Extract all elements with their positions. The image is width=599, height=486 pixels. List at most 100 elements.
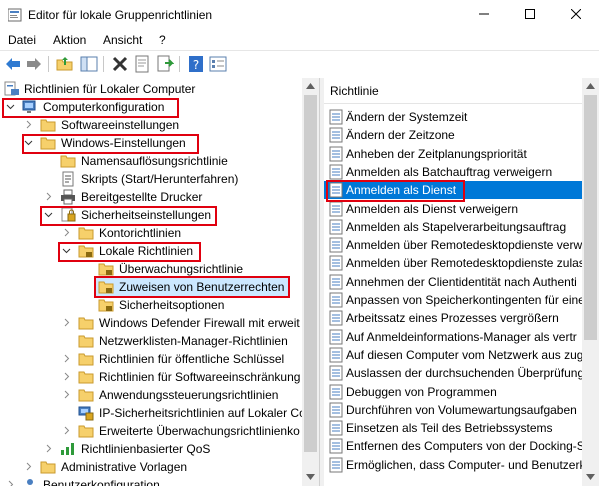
policy-list-item[interactable]: Anmelden als Batchauftrag verweigern	[324, 163, 582, 181]
chevron-right-icon[interactable]	[62, 318, 71, 327]
chevron-right-icon[interactable]	[6, 480, 15, 486]
tree-item-label: Administrative Vorlagen	[61, 460, 188, 474]
policy-list-item[interactable]: Auf diesen Computer vom Netzwerk aus zug	[324, 346, 583, 364]
policy-list-item[interactable]: Arbeitssatz eines Prozesses vergrößern	[324, 309, 582, 327]
menu-help[interactable]: ?	[159, 33, 166, 47]
tree-item-oeffentliche-schluessel[interactable]: Richtlinien für öffentliche Schlüssel	[0, 350, 302, 368]
show-hide-tree-icon[interactable]	[80, 55, 98, 73]
policy-list-item[interactable]: Anmelden über Remotedesktopdienste zulas	[324, 254, 585, 272]
maximize-button[interactable]	[507, 0, 553, 30]
up-folder-icon[interactable]	[56, 55, 74, 73]
tree-item-label: Sicherheitsoptionen	[119, 298, 225, 312]
folder-icon	[78, 371, 94, 384]
policy-list-item[interactable]: Debuggen von Programmen	[324, 383, 582, 401]
policy-setting-icon	[329, 146, 343, 162]
tree-item-netzwerklisten[interactable]: Netzwerklisten-Manager-Richtlinien	[0, 332, 302, 350]
policy-list-item[interactable]: Anmelden als Stapelverarbeitungsauftrag	[324, 218, 582, 236]
tree-item-skripts[interactable]: Skripts (Start/Herunterfahren)	[0, 170, 302, 188]
tree-item-namensaufloesung[interactable]: Namensauflösungsrichtlinie	[0, 152, 302, 170]
chevron-down-icon[interactable]	[24, 138, 33, 147]
tree-item-softwareeinschraenkung[interactable]: Richtlinien für Softwareeinschränkung	[0, 368, 302, 386]
policy-setting-icon	[329, 292, 343, 308]
properties-icon[interactable]	[133, 55, 151, 73]
menu-aktion[interactable]: Aktion	[53, 33, 86, 47]
chevron-right-icon[interactable]	[62, 354, 71, 363]
chevron-right-icon[interactable]	[62, 426, 71, 435]
chevron-down-icon[interactable]	[6, 102, 15, 111]
minimize-button[interactable]	[461, 0, 507, 30]
tree-item-ip-sicherheit[interactable]: IP-Sicherheitsrichtlinien auf Lokaler Co	[0, 404, 306, 422]
chevron-right-icon[interactable]	[24, 462, 33, 471]
tree-item-label: Namensauflösungsrichtlinie	[81, 154, 228, 168]
user-icon	[27, 479, 33, 485]
chevron-right-icon[interactable]	[62, 228, 71, 237]
policy-list-item[interactable]: Einsetzen als Teil des Betriebssystems	[324, 419, 582, 437]
tree-item-drucker[interactable]: Bereitgestellte Drucker	[0, 188, 302, 206]
scroll-down-arrow-icon[interactable]	[306, 474, 315, 480]
navigation-tree-pane[interactable]: Richtlinien für Lokaler Computer Compute…	[0, 78, 320, 486]
tree-item-qos[interactable]: Richtlinienbasierter QoS	[0, 440, 302, 458]
menu-datei[interactable]: Datei	[8, 33, 36, 47]
back-arrow-icon[interactable]	[4, 55, 22, 73]
chevron-right-icon[interactable]	[44, 444, 53, 453]
forward-arrow-icon[interactable]	[25, 55, 43, 73]
policy-list-item[interactable]: Anmelden als Dienst verweigern	[324, 200, 582, 218]
policy-list-item[interactable]: Ändern der Systemzeit	[324, 108, 582, 126]
tree-item-root[interactable]: Richtlinien für Lokaler Computer	[0, 80, 302, 98]
tree-item-anwendungssteuerung[interactable]: Anwendungssteuerungsrichtlinien	[0, 386, 302, 404]
tree-vertical-scrollbar[interactable]	[302, 78, 319, 486]
policy-list-item[interactable]: Durchführen von Volumewartungsaufgaben	[324, 401, 582, 419]
view-filter-icon[interactable]	[209, 55, 227, 73]
chevron-right-icon[interactable]	[62, 390, 71, 399]
chevron-right-icon[interactable]	[24, 120, 33, 129]
tree-item-ueberwachungsrichtlinie[interactable]: Überwachungsrichtlinie	[0, 260, 302, 278]
scroll-down-arrow-icon[interactable]	[586, 474, 595, 480]
export-list-icon[interactable]	[156, 55, 174, 73]
policy-list-item[interactable]: Anmelden über Remotedesktopdienste verw	[324, 236, 582, 254]
tree-item-administrative-vorlagen[interactable]: Administrative Vorlagen	[0, 458, 302, 476]
policy-list-item[interactable]: Entfernen des Computers von der Docking-…	[324, 437, 585, 455]
tree-item-kontorichtlinien[interactable]: Kontorichtlinien	[0, 224, 302, 242]
chevron-down-icon[interactable]	[62, 246, 71, 255]
policy-list-item[interactable]: Annehmen der Clientidentität nach Authen…	[324, 273, 582, 291]
tree-item-firewall[interactable]: Windows Defender Firewall mit erweit	[0, 314, 302, 332]
ip-security-icon	[78, 406, 94, 421]
tree-item-lokale-richtlinien[interactable]: Lokale Richtlinien	[0, 242, 302, 260]
close-button[interactable]	[553, 0, 599, 30]
tree-item-softwareeinstellungen[interactable]: Softwareeinstellungen	[0, 116, 302, 134]
scroll-up-arrow-icon[interactable]	[306, 83, 315, 89]
policy-list-item[interactable]: Anpassen von Speicherkontingenten für ei…	[324, 291, 585, 309]
tree-item-erweiterte-ueberwachung[interactable]: Erweiterte Überwachungsrichtlinienko	[0, 422, 302, 440]
policy-list-pane[interactable]: Richtlinie Ändern der Systemzeit Ändern d…	[324, 78, 599, 486]
policy-setting-icon	[329, 255, 343, 271]
tree-item-windows-einstellungen[interactable]: Windows-Einstellungen	[0, 134, 302, 152]
chevron-down-icon[interactable]	[44, 210, 53, 219]
policy-setting-icon	[329, 347, 343, 363]
computer-policy-icon	[4, 81, 19, 96]
menu-ansicht[interactable]: Ansicht	[103, 33, 142, 47]
tree-item-sicherheitseinstellungen[interactable]: Sicherheitseinstellungen	[0, 206, 302, 224]
column-header-richtlinie[interactable]: Richtlinie	[324, 78, 582, 104]
chevron-right-icon[interactable]	[62, 372, 71, 381]
svg-text:?: ?	[193, 58, 199, 72]
policy-list-item[interactable]: Anheben der Zeitplanungspriorität	[324, 145, 582, 163]
policy-list-item[interactable]: Ändern der Zeitzone	[324, 126, 582, 144]
tree-item-computerkonfiguration[interactable]: Computerkonfiguration	[0, 98, 302, 116]
list-vertical-scrollbar[interactable]	[582, 78, 599, 486]
policy-list-item[interactable]: Auf Anmeldeinformations-Manager als vert…	[324, 328, 582, 346]
policy-list-item[interactable]: Auslassen der durchsuchenden Überprüfung	[324, 364, 584, 382]
scroll-up-arrow-icon[interactable]	[586, 83, 595, 89]
list-scroll-thumb[interactable]	[584, 95, 597, 340]
tree-item-benutzerkonfiguration[interactable]: Benutzerkonfiguration	[0, 476, 302, 486]
minimize-icon	[479, 13, 489, 15]
policy-setting-icon	[329, 310, 343, 326]
chevron-right-icon[interactable]	[44, 192, 53, 201]
policy-list-item-label: Anheben der Zeitplanungspriorität	[346, 146, 527, 161]
tree-scroll-thumb[interactable]	[304, 95, 317, 452]
help-icon[interactable]: ?	[187, 55, 205, 73]
delete-icon[interactable]	[111, 55, 129, 73]
tree-item-sicherheitsoptionen[interactable]: Sicherheitsoptionen	[0, 296, 302, 314]
policy-list-item[interactable]: Anmelden als Dienst	[324, 181, 582, 200]
tree-item-zuweisen-benutzerrechte[interactable]: Zuweisen von Benutzerrechten	[96, 278, 288, 296]
policy-list-item[interactable]: Ermöglichen, dass Computer- und Benutzer…	[324, 456, 585, 474]
